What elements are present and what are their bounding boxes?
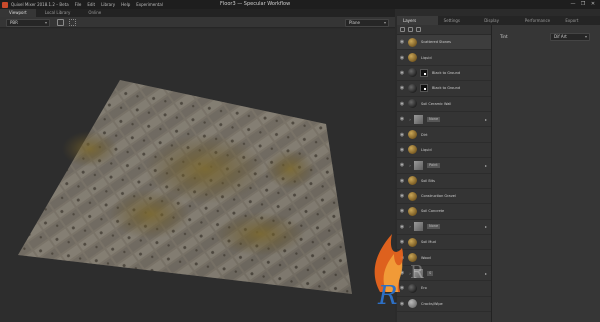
menu-experimental[interactable]: Experimental — [136, 0, 163, 9]
property-select[interactable]: Dif Art ▾ — [550, 33, 590, 41]
layer-thumbnail — [408, 68, 417, 78]
layers-toolbar — [397, 25, 491, 35]
maximize-button[interactable]: ❐ — [578, 0, 588, 9]
title-bar: Quixel Mixer 2018.1.2 – Beta File Edit L… — [0, 0, 600, 9]
layer-thumbnail — [408, 53, 417, 63]
property-label: Tint — [500, 34, 508, 39]
grid-icon[interactable] — [69, 19, 76, 26]
main-tabs: Viewport Local Library Online — [0, 9, 395, 17]
chevron-right-icon[interactable]: › — [407, 117, 413, 122]
layer-row[interactable]: ◉ › Paint ▸ — [397, 158, 491, 174]
watermark-logo: R R — [362, 212, 472, 312]
viewport-toolbar: PBR ▾ Plane ▾ — [0, 17, 395, 28]
delete-layer-icon[interactable] — [416, 27, 421, 32]
layer-row[interactable]: ◉ Liquid — [397, 143, 491, 159]
layer-name: None — [427, 116, 441, 122]
layer-thumbnail — [408, 191, 417, 201]
tab-viewport[interactable]: Viewport — [0, 9, 36, 17]
layer-thumbnail — [408, 130, 417, 140]
chevron-down-icon: ▾ — [584, 34, 587, 39]
3d-viewport[interactable] — [0, 29, 395, 322]
tab-local-library[interactable]: Local Library — [36, 9, 80, 17]
projection-value: Plane — [349, 19, 360, 25]
menu-library[interactable]: Library — [101, 0, 115, 9]
channel-value: PBR — [10, 19, 18, 25]
mask-thumbnail[interactable] — [420, 68, 428, 77]
chevron-down-icon: ▾ — [44, 19, 47, 25]
visibility-eye-icon[interactable]: ◉ — [397, 70, 407, 76]
chevron-down-icon: ▾ — [383, 19, 386, 25]
visibility-eye-icon[interactable]: ◉ — [397, 147, 407, 153]
tab-online[interactable]: Online — [79, 9, 110, 17]
layer-thumbnail — [408, 176, 417, 186]
layer-row[interactable]: ◉ Liquid — [397, 50, 491, 66]
minimize-button[interactable]: — — [568, 0, 578, 9]
visibility-eye-icon[interactable]: ◉ — [397, 178, 407, 184]
image-icon[interactable] — [57, 19, 64, 26]
visibility-eye-icon[interactable]: ◉ — [397, 162, 407, 168]
document-title: Floor3 — Specular Workflow — [220, 1, 291, 7]
layer-thumbnail — [408, 99, 417, 109]
visibility-eye-icon[interactable]: ◉ — [397, 101, 407, 107]
expand-arrow-icon[interactable]: ▸ — [485, 117, 487, 122]
folder-thumbnail — [414, 160, 423, 170]
expand-arrow-icon[interactable]: ▸ — [485, 271, 487, 276]
layer-name: Paint — [427, 162, 440, 168]
layer-name: Construction Gravel — [421, 194, 456, 199]
tab-display[interactable]: Display — [478, 16, 519, 25]
app-title: Quixel Mixer 2018.1.2 – Beta — [11, 2, 69, 7]
visibility-eye-icon[interactable]: ◉ — [397, 85, 407, 91]
layer-name: Liquid — [421, 55, 432, 60]
svg-text:R: R — [377, 281, 398, 311]
material-preview — [18, 80, 352, 294]
layer-name: Scattered Stones — [421, 40, 451, 45]
visibility-eye-icon[interactable]: ◉ — [397, 39, 407, 45]
layer-thumbnail — [408, 145, 417, 155]
chevron-right-icon[interactable]: › — [407, 163, 413, 168]
property-value: Dif Art — [554, 34, 567, 39]
tab-layers[interactable]: Layers — [397, 16, 438, 25]
visibility-eye-icon[interactable]: ◉ — [397, 193, 407, 199]
projection-select[interactable]: Plane ▾ — [345, 18, 389, 27]
layer-row[interactable]: ◉ Dirt — [397, 127, 491, 143]
window-controls: — ❐ ✕ — [568, 0, 598, 9]
expand-arrow-icon[interactable]: ▸ — [485, 224, 487, 229]
menu-bar: Quixel Mixer 2018.1.2 – Beta File Edit L… — [11, 0, 169, 9]
menu-edit[interactable]: Edit — [87, 0, 95, 9]
svg-text:R: R — [410, 262, 424, 283]
layer-row[interactable]: ◉ Soil Ceramic Wall — [397, 97, 491, 112]
mask-thumbnail[interactable] — [420, 84, 428, 93]
close-button[interactable]: ✕ — [588, 0, 598, 9]
layer-name: Liquid — [421, 147, 432, 152]
layer-row[interactable]: ◉ Scattered Stones — [397, 35, 491, 51]
layer-name: Dirt — [421, 132, 428, 137]
layer-thumbnail — [408, 37, 417, 47]
visibility-eye-icon[interactable]: ◉ — [397, 55, 407, 61]
tab-export[interactable]: Export — [559, 16, 600, 25]
folder-thumbnail — [414, 114, 423, 124]
layer-name: Soil Bits — [421, 178, 435, 183]
tab-settings[interactable]: Settings — [438, 16, 479, 25]
layer-row[interactable]: ◉ Black to Ground — [397, 66, 491, 82]
layer-row[interactable]: ◉ Construction Gravel — [397, 189, 491, 205]
layer-thumbnail — [408, 83, 417, 93]
layer-name: Soil Ceramic Wall — [421, 101, 452, 106]
add-layer-icon[interactable] — [400, 27, 405, 32]
properties-panel: Tint Dif Art ▾ — [492, 25, 600, 322]
layer-name: Black to Ground — [432, 70, 461, 75]
menu-file[interactable]: File — [75, 0, 82, 9]
channel-select[interactable]: PBR ▾ — [6, 18, 50, 27]
layer-name: Black to Ground — [432, 86, 461, 91]
expand-arrow-icon[interactable]: ▸ — [485, 163, 487, 168]
menu-help[interactable]: Help — [121, 0, 130, 9]
layer-row[interactable]: ◉ Black to Ground — [397, 81, 491, 97]
add-folder-icon[interactable] — [408, 27, 413, 32]
layer-row[interactable]: ◉ Soil Bits — [397, 174, 491, 189]
layer-row[interactable]: ◉ › None ▸ — [397, 112, 491, 128]
right-panel-tabs: Layers Settings Display Performance Expo… — [397, 16, 600, 25]
tab-performance[interactable]: Performance — [519, 16, 560, 25]
visibility-eye-icon[interactable]: ◉ — [397, 116, 407, 122]
app-icon — [2, 1, 8, 8]
visibility-eye-icon[interactable]: ◉ — [397, 132, 407, 138]
